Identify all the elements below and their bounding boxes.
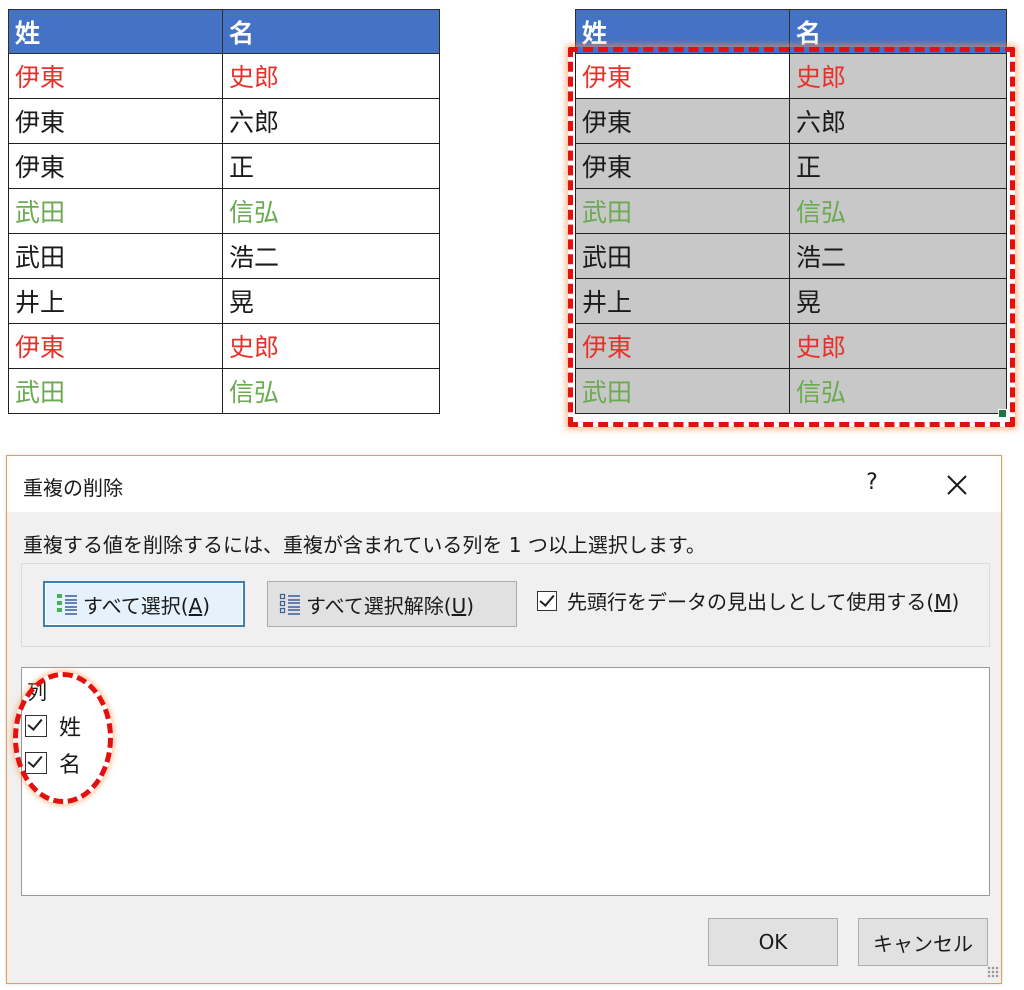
cell-mei[interactable]: 晃 xyxy=(789,278,1007,324)
cell-mei[interactable]: 晃 xyxy=(222,278,440,324)
header-row: 姓 名 xyxy=(575,9,1007,54)
table-row: 伊東 六郎 xyxy=(575,98,1007,144)
cell-sei[interactable]: 武田 xyxy=(575,233,790,279)
table-row: 武田 浩二 xyxy=(8,233,440,279)
cell-mei[interactable]: 史郎 xyxy=(789,323,1007,369)
cell-sei[interactable]: 井上 xyxy=(8,278,223,324)
cell-sei[interactable]: 武田 xyxy=(8,368,223,414)
header-row-checkbox[interactable] xyxy=(537,590,557,611)
column-checkbox-mei[interactable] xyxy=(25,752,47,774)
table-row: 伊東 六郎 xyxy=(8,98,440,144)
select-all-label: すべて選択(A) xyxy=(83,593,211,618)
table-row: 武田 信弘 xyxy=(575,368,1007,414)
cell-mei[interactable]: 信弘 xyxy=(789,368,1007,414)
resize-grip-icon[interactable] xyxy=(987,966,999,978)
cell-mei[interactable]: 浩二 xyxy=(222,233,440,279)
fill-handle[interactable] xyxy=(998,409,1007,418)
cell-sei[interactable]: 伊東 xyxy=(8,143,223,189)
cell-mei[interactable]: 正 xyxy=(789,143,1007,189)
cell-mei[interactable]: 六郎 xyxy=(789,98,1007,144)
column-item-mei[interactable]: 名 xyxy=(25,747,81,779)
cell-mei[interactable]: 史郎 xyxy=(222,53,440,99)
cell-sei[interactable]: 武田 xyxy=(575,188,790,234)
table-row: 武田 信弘 xyxy=(8,368,440,414)
cell-sei[interactable]: 武田 xyxy=(8,188,223,234)
cell-mei[interactable]: 史郎 xyxy=(222,323,440,369)
cell-mei[interactable]: 浩二 xyxy=(789,233,1007,279)
column-item-sei[interactable]: 姓 xyxy=(25,710,81,742)
remove-duplicates-dialog: 重複の削除 ? 重複する値を削除するには、重複が含まれている列を 1 つ以上選択… xyxy=(6,455,1002,984)
select-all-button[interactable]: すべて選択(A) xyxy=(43,581,245,627)
cell-sei[interactable]: 伊東 xyxy=(8,98,223,144)
column-checkbox-sei[interactable] xyxy=(25,715,47,737)
header-cell-mei[interactable]: 名 xyxy=(789,9,1007,54)
table-row: 武田 信弘 xyxy=(575,188,1007,234)
ok-button[interactable]: OK xyxy=(708,918,838,966)
dialog-titlebar: 重複の削除 ? xyxy=(7,456,1001,512)
cell-mei[interactable]: 正 xyxy=(222,143,440,189)
sheet-selected: 姓 名 伊東 史郎 伊東 六郎 伊東正武田 信弘 武田 浩二 井上晃伊東 史郎 武田 信弘 xyxy=(575,9,1007,414)
header-row-option-label: 先頭行をデータの見出しとして使用する(M) xyxy=(567,590,960,614)
columns-header: 列 xyxy=(27,680,47,704)
sheet-original: 姓 名 伊東 史郎 伊東 六郎 伊東正武田 信弘 武田 浩二 井上晃伊東 史郎 武田 信弘 xyxy=(8,9,440,414)
deselect-all-button[interactable]: すべて選択解除(U) xyxy=(267,581,517,627)
close-icon xyxy=(947,474,967,495)
columns-list[interactable] xyxy=(21,667,990,896)
column-label-mei: 名 xyxy=(59,753,82,778)
cancel-button[interactable]: キャンセル xyxy=(858,918,988,966)
cell-sei[interactable]: 井上 xyxy=(575,278,790,324)
select-all-list-icon xyxy=(57,594,77,615)
header-cell-mei[interactable]: 名 xyxy=(222,9,440,54)
table-row: 伊東 史郎 xyxy=(8,323,440,369)
table-row: 伊東正 xyxy=(8,143,440,189)
table-row: 武田 信弘 xyxy=(8,188,440,234)
instruction-text: 重複する値を削除するには、重複が含まれている列を 1 つ以上選択します。 xyxy=(23,533,706,557)
cell-mei[interactable]: 六郎 xyxy=(222,98,440,144)
header-cell-sei[interactable]: 姓 xyxy=(575,9,790,54)
cell-sei[interactable]: 伊東 xyxy=(575,323,790,369)
column-label-sei: 姓 xyxy=(59,716,82,741)
table-row: 井上晃 xyxy=(8,278,440,324)
header-row-option[interactable]: 先頭行をデータの見出しとして使用する(M) xyxy=(537,586,959,615)
cell-sei[interactable]: 伊東 xyxy=(8,323,223,369)
table-row: 伊東 史郎 xyxy=(575,323,1007,369)
cell-mei[interactable]: 信弘 xyxy=(789,188,1007,234)
cell-mei[interactable]: 信弘 xyxy=(222,368,440,414)
dialog-title: 重複の削除 xyxy=(23,476,123,500)
table-row: 武田 浩二 xyxy=(575,233,1007,279)
table-row: 伊東 史郎 xyxy=(8,53,440,99)
deselect-all-label: すべて選択解除(U) xyxy=(306,593,475,618)
cell-sei[interactable]: 武田 xyxy=(8,233,223,279)
cell-mei[interactable]: 信弘 xyxy=(222,188,440,234)
deselect-all-list-icon xyxy=(279,593,300,615)
cell-mei[interactable]: 史郎 xyxy=(789,53,1007,99)
cell-sei[interactable]: 伊東 xyxy=(575,98,790,144)
cell-sei[interactable]: 伊東 xyxy=(8,53,223,99)
cell-sei[interactable]: 伊東 xyxy=(575,143,790,189)
table-row: 伊東 史郎 xyxy=(575,53,1007,99)
header-cell-sei[interactable]: 姓 xyxy=(8,9,223,54)
close-button[interactable] xyxy=(937,466,977,502)
cell-sei[interactable]: 武田 xyxy=(575,368,790,414)
table-row: 井上晃 xyxy=(575,278,1007,324)
cell-sei[interactable]: 伊東 xyxy=(575,53,790,99)
help-button[interactable]: ? xyxy=(859,466,885,500)
header-row: 姓 名 xyxy=(8,9,440,54)
table-row: 伊東正 xyxy=(575,143,1007,189)
